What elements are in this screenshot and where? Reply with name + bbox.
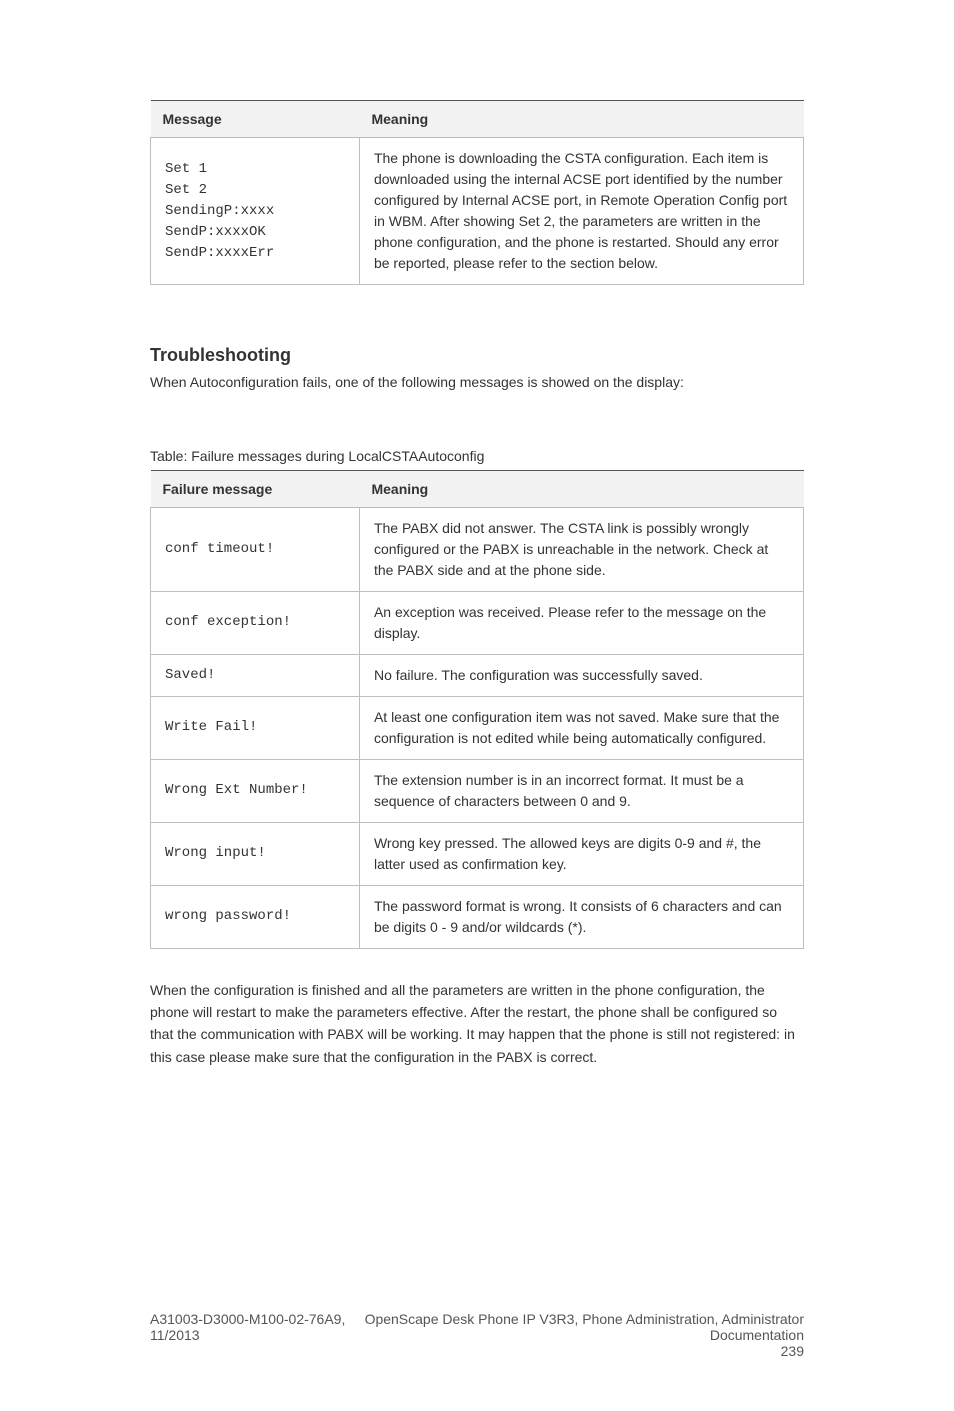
troubleshooting-desc: When Autoconfiguration fails, one of the… [150,372,804,394]
message-cell: wrong password! [151,885,360,948]
document-page: Message Meaning Set 1 Set 2 SendingP:xxx… [0,0,954,1411]
col-header-meaning: Meaning [359,470,803,507]
table-header-row: Failure message Meaning [151,470,804,507]
message-cell: conf timeout! [151,507,360,591]
message-cell: Wrong Ext Number! [151,759,360,822]
failure-messages-table: Failure message Meaning conf timeout! Th… [150,470,804,949]
failure-table-caption: Table: Failure messages during LocalCSTA… [150,448,804,464]
col-header-meaning: Meaning [359,101,803,138]
message-cell: Wrong input! [151,822,360,885]
footer-left: A31003-D3000-M100-02-76A9, 11/2013 [150,1311,357,1359]
footer-page-number: 239 [357,1343,804,1359]
table-row: conf exception! An exception was receive… [151,591,804,654]
description-cell: The PABX did not answer. The CSTA link i… [359,507,803,591]
table-row: Wrong Ext Number! The extension number i… [151,759,804,822]
description-cell: Wrong key pressed. The allowed keys are … [359,822,803,885]
table-row: Set 1 Set 2 SendingP:xxxx SendP:xxxxOK S… [151,138,804,285]
table-row: conf timeout! The PABX did not answer. T… [151,507,804,591]
csta-download-table: Message Meaning Set 1 Set 2 SendingP:xxx… [150,100,804,285]
msg-line: Set 1 [165,161,207,177]
msg-line: SendP:xxxxOK [165,224,266,240]
msg-line: SendP:xxxxErr [165,245,274,261]
message-cell: conf exception! [151,591,360,654]
col-header-message: Message [151,101,360,138]
description-cell: An exception was received. Please refer … [359,591,803,654]
footer-right-doc: OpenScape Desk Phone IP V3R3, Phone Admi… [357,1311,804,1343]
col-header-failure-message: Failure message [151,470,360,507]
message-cell: Set 1 Set 2 SendingP:xxxx SendP:xxxxOK S… [151,138,360,285]
description-cell: The password format is wrong. It consist… [359,885,803,948]
description-cell: No failure. The configuration was succes… [359,654,803,696]
description-cell: The extension number is in an incorrect … [359,759,803,822]
table-header-row: Message Meaning [151,101,804,138]
page-footer: A31003-D3000-M100-02-76A9, 11/2013 OpenS… [150,1311,804,1359]
table-row: Wrong input! Wrong key pressed. The allo… [151,822,804,885]
msg-line: SendingP:xxxx [165,203,274,219]
message-cell: Saved! [151,654,360,696]
description-cell: At least one configuration item was not … [359,696,803,759]
closing-paragraph: When the configuration is finished and a… [150,979,804,1069]
troubleshooting-heading: Troubleshooting [150,345,804,366]
msg-line: Set 2 [165,182,207,198]
table-row: Write Fail! At least one configuration i… [151,696,804,759]
table-row: Saved! No failure. The configuration was… [151,654,804,696]
message-cell: Write Fail! [151,696,360,759]
table-row: wrong password! The password format is w… [151,885,804,948]
description-cell: The phone is downloading the CSTA config… [359,138,803,285]
